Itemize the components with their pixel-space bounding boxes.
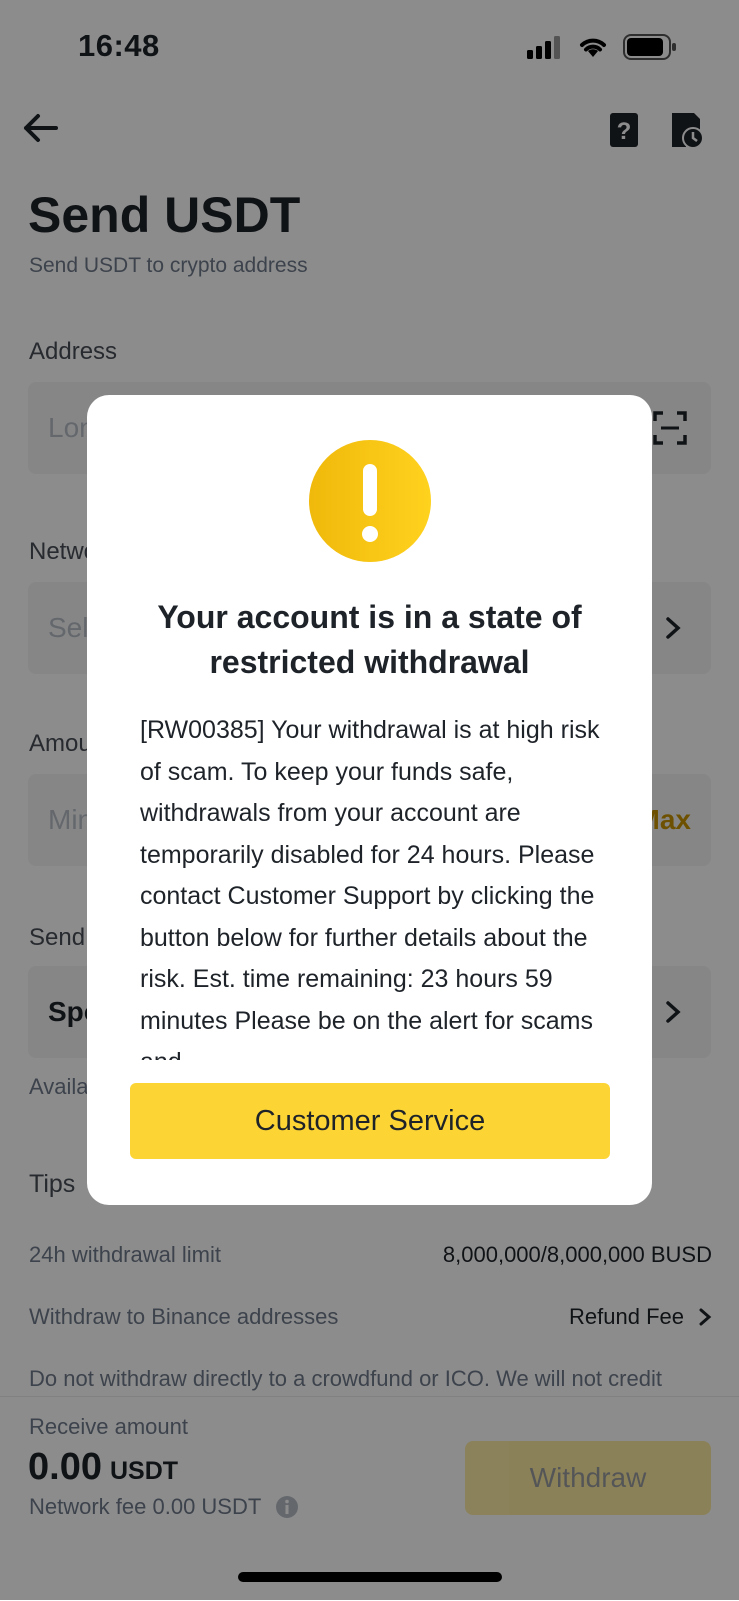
warning-exclamation-icon <box>309 440 431 562</box>
home-indicator <box>238 1572 502 1582</box>
dialog-title-line2: restricted withdrawal <box>209 644 530 680</box>
dialog-message: [RW00385] Your withdrawal is at high ris… <box>140 716 600 1060</box>
dialog-body-scroll[interactable]: [RW00385] Your withdrawal is at high ris… <box>140 710 600 1060</box>
send-usdt-page: 16:48 ? Send USDT Send USDT to crypto ad… <box>0 0 739 1601</box>
dialog-title: Your account is in a state of restricted… <box>117 595 622 685</box>
dialog-title-line1: Your account is in a state of <box>157 599 582 635</box>
restricted-withdrawal-dialog: Your account is in a state of restricted… <box>87 395 652 1205</box>
customer-service-button[interactable]: Customer Service <box>130 1083 610 1159</box>
